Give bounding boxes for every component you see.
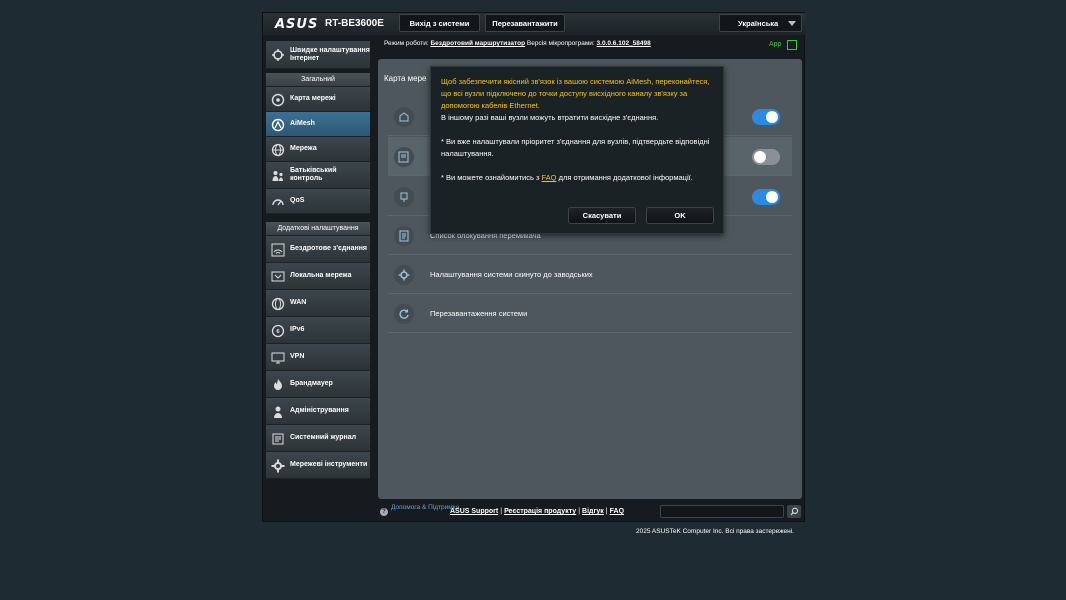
wireless-icon [270, 242, 285, 257]
sidebar-item-network[interactable]: Мережа [266, 137, 370, 162]
firmware-link[interactable]: 3.0.0.6.102_58498 [597, 40, 651, 47]
vpn-icon [270, 350, 285, 365]
list-icon [394, 226, 414, 246]
sidebar-item-wireless[interactable]: Бездротове з'єднання [266, 236, 370, 263]
sidebar-item-label: Брандмауер [290, 380, 333, 387]
sidebar-item-wan[interactable]: WAN [266, 290, 370, 317]
ethernet-icon [394, 187, 414, 207]
footer-link-feedback[interactable]: Відгук [582, 508, 604, 515]
wizard-icon [270, 48, 285, 63]
chevron-down-icon [788, 21, 796, 26]
firmware-label: Версія мікропрограми: [526, 40, 595, 47]
row-toggle[interactable] [752, 189, 780, 205]
footer-link-asus-support[interactable]: ASUS Support [450, 508, 498, 515]
sidebar-item-admin[interactable]: Адміністрування [266, 398, 370, 425]
settings-row[interactable]: Налаштування системи скинуто до заводськ… [388, 255, 792, 294]
sidebar-item-ipv6[interactable]: 6 IPv6 [266, 317, 370, 344]
sidebar-item-label: VPN [290, 353, 305, 360]
app-icon[interactable] [787, 40, 797, 50]
lan-icon [270, 269, 285, 284]
tools-icon [270, 458, 285, 473]
sidebar: Швидке налаштування Інтернет Загальний К… [266, 41, 370, 479]
sidebar-item-label: Локальна мережа [290, 272, 352, 279]
ok-button[interactable]: OK [646, 207, 714, 224]
settings-row[interactable]: Перезавантаження системи [388, 294, 792, 333]
sidebar-item-label: Адміністрування [290, 407, 349, 414]
sidebar-item-label: Батьківський контроль [290, 167, 337, 182]
globe-icon [270, 142, 285, 157]
sidebar-item-label: Мережеві інструменти [290, 461, 368, 468]
row-label: Перезавантаження системи [430, 309, 528, 318]
log-icon [270, 431, 285, 446]
mode-link[interactable]: Бездротовий маршрутизатор [431, 40, 526, 47]
footer-link-registration[interactable]: Реєстрація продукту [504, 508, 576, 515]
sidebar-item-label: AiMesh [290, 120, 315, 127]
dialog-warning: Щоб забезпечити якісний зв'язок із вашою… [441, 77, 710, 110]
sidebar-item-tools[interactable]: Мережеві інструменти [266, 452, 370, 479]
sidebar-item-label: QoS [290, 197, 305, 204]
row-toggle[interactable] [752, 109, 780, 125]
help-icon: ? [380, 508, 388, 516]
row-label: Налаштування системи скинуто до заводськ… [430, 270, 593, 279]
top-bar: ASUS RT-BE3600E Вихід з системи Перезава… [263, 13, 806, 35]
language-select[interactable]: Українська [719, 14, 802, 32]
sidebar-item-label: Бездротове з'єднання [290, 245, 367, 252]
reboot-icon [394, 304, 414, 324]
svg-text:6: 6 [276, 329, 280, 335]
sidebar-item-vpn[interactable]: VPN [266, 344, 370, 371]
aimesh-node-icon [394, 107, 414, 127]
model-name: RT-BE3600E [325, 18, 384, 29]
sidebar-item-firewall[interactable]: Брандмауер [266, 371, 370, 398]
logout-button[interactable]: Вихід з системи [399, 14, 480, 32]
general-section-header: Загальний [266, 73, 370, 87]
sidebar-item-aimesh[interactable]: AiMesh [266, 112, 370, 137]
reset-gear-icon [394, 265, 414, 285]
faq-link[interactable]: FAQ [542, 173, 557, 182]
footer-links: ASUS Support | Реєстрація продукту | Відгук |… [450, 508, 625, 515]
network-map-icon [270, 92, 285, 107]
config-icon [394, 147, 414, 167]
sidebar-item-label: Швидке налаштування Інтернет [290, 46, 370, 62]
sidebar-item-label: Карта мережі [290, 95, 336, 102]
dialog-line: * Ви вже налаштували пріоритет з'єднання… [441, 137, 710, 158]
mode-label: Режим роботи: [384, 40, 429, 47]
firewall-icon [270, 377, 285, 392]
search-input[interactable] [660, 505, 784, 518]
gauge-icon [270, 194, 285, 209]
search-button[interactable] [787, 505, 801, 518]
sidebar-item-qos[interactable]: QoS [266, 189, 370, 214]
footer-link-faq[interactable]: FAQ [610, 508, 624, 515]
sidebar-item-label: Системний журнал [290, 434, 357, 441]
sidebar-item-parental[interactable]: Батьківський контроль [266, 162, 370, 189]
sidebar-item-label: Мережа [290, 145, 317, 152]
cancel-button[interactable]: Скасувати [568, 207, 636, 224]
wan-icon [270, 296, 285, 311]
sidebar-item-syslog[interactable]: Системний журнал [266, 425, 370, 452]
status-line: Режим роботи: Бездротовий маршрутизатор … [384, 40, 651, 47]
language-value: Українська [738, 18, 779, 28]
app-label[interactable]: App [769, 41, 781, 48]
row-toggle[interactable] [752, 149, 780, 165]
search-icon [790, 507, 798, 516]
sidebar-item-label: WAN [290, 299, 307, 306]
sidebar-item-network-map[interactable]: Карта мережі [266, 87, 370, 112]
admin-icon [270, 404, 285, 419]
advanced-section-header: Додаткові налаштування [266, 222, 370, 236]
sidebar-item-lan[interactable]: Локальна мережа [266, 263, 370, 290]
sidebar-item-quick-setup[interactable]: Швидке налаштування Інтернет [266, 41, 370, 69]
sidebar-item-label: IPv6 [290, 326, 305, 333]
parental-icon [270, 168, 285, 183]
aimesh-warning-dialog: Щоб забезпечити якісний зв'язок із вашою… [430, 66, 724, 234]
dialog-line: В іншому разі ваші вузли можуть втратити… [441, 113, 659, 122]
page-title: Карта мере [384, 74, 427, 83]
dialog-line: * Ви можете ознайомитись з FAQ для отрим… [441, 173, 693, 182]
reboot-button[interactable]: Перезавантажити [485, 14, 565, 32]
asus-logo: ASUS [275, 17, 319, 32]
ipv6-icon: 6 [270, 323, 285, 338]
aimesh-icon [270, 117, 285, 132]
copyright: 2025 ASUSTeK Computer Inc. Всі права зас… [636, 528, 794, 535]
